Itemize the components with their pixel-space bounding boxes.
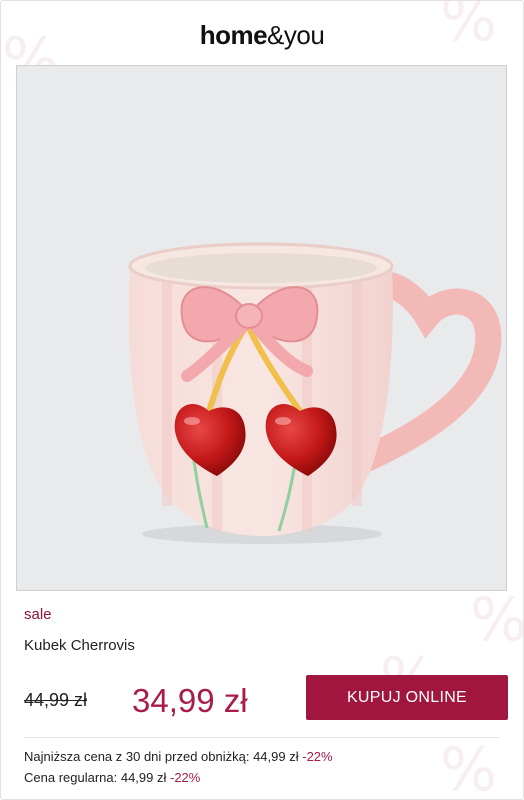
brand-logo[interactable]: home&you bbox=[0, 20, 524, 51]
product-image[interactable] bbox=[16, 65, 507, 591]
lowest-price-label: Najniższa cena z 30 dni przed obniżką: 4… bbox=[24, 749, 299, 764]
product-name[interactable]: Kubek Cherrovis bbox=[24, 637, 135, 654]
regular-price-discount: -22% bbox=[170, 770, 201, 785]
divider bbox=[24, 737, 500, 738]
regular-price-label: Cena regularna: 44,99 zł bbox=[24, 770, 167, 785]
old-price: 44,99 zł bbox=[24, 690, 88, 710]
lowest-price-discount: -22% bbox=[302, 749, 333, 764]
lowest-price-note: Najniższa cena z 30 dni przed obniżką: 4… bbox=[24, 749, 333, 764]
current-price: 34,99 zł bbox=[132, 682, 248, 719]
sale-badge: sale bbox=[24, 606, 52, 623]
regular-price-note: Cena regularna: 44,99 zł -22% bbox=[24, 770, 200, 785]
buy-online-button[interactable]: KUPUJ ONLINE bbox=[306, 675, 508, 720]
